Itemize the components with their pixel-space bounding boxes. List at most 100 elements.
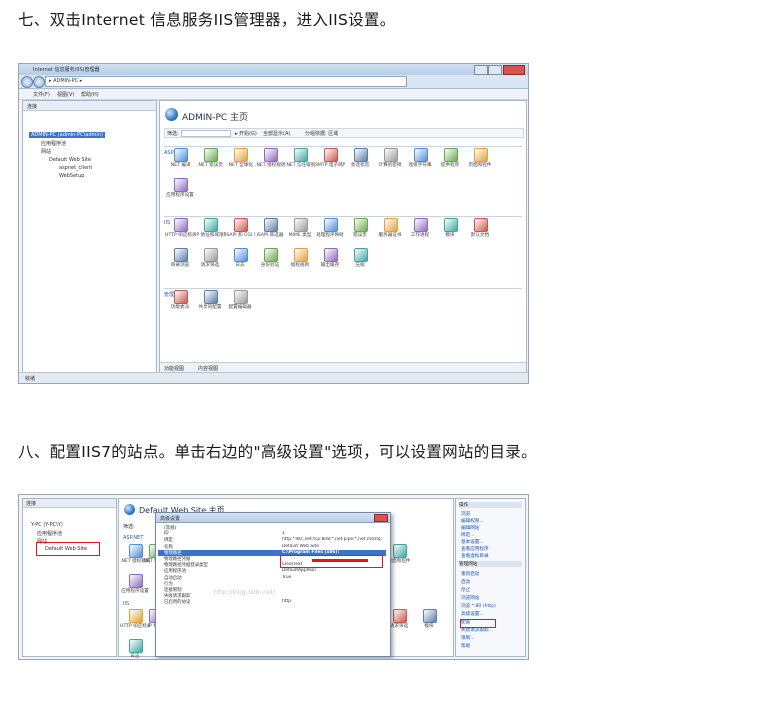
feature-iis-icon[interactable] [174, 218, 188, 232]
feature-manage-label: 共享的配置 [198, 305, 222, 310]
go-button[interactable]: ▸ 开始(G) [235, 130, 257, 137]
tree-item-app-pools-2[interactable]: 应用程序池 [37, 530, 62, 537]
site-feature-iis-icon[interactable] [129, 639, 143, 653]
server-icon [165, 108, 178, 121]
tree-item-app-pools[interactable]: 应用程序池 [41, 130, 66, 147]
action-link[interactable]: 绑定... [461, 532, 475, 538]
feature-aspnet-icon[interactable] [234, 148, 248, 162]
feature-aspnet-icon[interactable] [174, 148, 188, 162]
property-row[interactable]: ID 1 [158, 531, 386, 537]
feature-aspnet-icon[interactable] [264, 148, 278, 162]
action-link[interactable]: 浏览 [461, 511, 470, 517]
manage-action-link[interactable]: 帮助 [461, 643, 470, 649]
site-feature-icon[interactable] [393, 544, 407, 558]
feature-iis-icon[interactable] [474, 218, 488, 232]
tree-item-websetup[interactable]: WebSetup [59, 162, 84, 179]
feature-iis-icon[interactable] [444, 218, 458, 232]
feature-iis-icon[interactable] [294, 248, 308, 262]
menu-view[interactable]: 视图(V) [57, 91, 74, 98]
feature-aspnet-icon[interactable] [294, 148, 308, 162]
feature-aspnet-icon[interactable] [354, 148, 368, 162]
tree-item-server[interactable]: ADMIN-PC (admin-PC\admin) [29, 121, 105, 138]
property-row[interactable]: 应用程序池 DefaultAppPool [158, 568, 386, 574]
site-feature-icon[interactable] [129, 574, 143, 588]
property-row[interactable]: 已启用的协议 http [158, 599, 386, 605]
feature-aspnet-icon[interactable] [174, 178, 188, 192]
menu-file[interactable]: 文件(F) [33, 91, 50, 98]
feature-iis-icon[interactable] [204, 218, 218, 232]
property-row[interactable]: (常规) [158, 525, 386, 531]
action-link[interactable]: 基本设置... [461, 539, 484, 545]
feature-iis-icon[interactable] [324, 218, 338, 232]
site-feature-iis-icon[interactable] [393, 609, 407, 623]
feature-aspnet-icon[interactable] [324, 148, 338, 162]
manage-action-link[interactable]: 浏览 *:80 (http) [461, 603, 496, 609]
tree-item-default-site[interactable]: Default Web Site [49, 146, 91, 163]
manage-action-link[interactable]: 浏览网站 [461, 595, 479, 601]
tab-content-view[interactable]: 内容视图 [198, 365, 218, 372]
feature-iis-icon[interactable] [414, 218, 428, 232]
tree-item-server-2[interactable]: Y-PC (Y-PC\Y) [31, 522, 63, 528]
maximize-icon[interactable] [488, 65, 502, 75]
feature-iis-icon[interactable] [264, 248, 278, 262]
feature-manage-icon[interactable] [234, 290, 248, 304]
manage-action-link[interactable]: 重新启动 [461, 571, 479, 577]
tree-item-sites[interactable]: 网站 [41, 138, 51, 155]
feature-iis-icon[interactable] [234, 248, 248, 262]
feature-aspnet-icon[interactable] [204, 148, 218, 162]
connections-header-2: 连接 [23, 499, 116, 508]
action-link[interactable]: 编辑网站 [461, 525, 479, 531]
feature-aspnet-icon[interactable] [414, 148, 428, 162]
site-feature-iis-icon[interactable] [129, 609, 143, 623]
feature-iis-icon[interactable] [234, 218, 248, 232]
filter-input[interactable] [181, 130, 231, 137]
minimize-icon[interactable] [474, 65, 488, 75]
feature-iis-icon[interactable] [384, 218, 398, 232]
property-row[interactable]: 自动启动 True [158, 575, 386, 581]
action-link[interactable]: 编辑权限... [461, 518, 484, 524]
feature-aspnet-icon[interactable] [384, 148, 398, 162]
feature-iis-icon[interactable] [264, 218, 278, 232]
manage-action-link[interactable]: 限制... [461, 635, 475, 641]
feature-iis-icon[interactable] [354, 248, 368, 262]
action-link[interactable]: 查看虚拟目录 [461, 553, 489, 559]
feature-aspnet-icon[interactable] [474, 148, 488, 162]
action-link[interactable]: 查看应用程序 [461, 546, 489, 552]
property-value: http:*:80:,net.tcp:808:*,net.pipe:*,net.… [282, 537, 382, 543]
show-all-button[interactable]: 全部显示(A) [263, 130, 290, 137]
group-by-select[interactable]: 分组依据: 区域 [305, 130, 338, 137]
feature-aspnet-label: .NET 编译 [169, 163, 191, 168]
feature-iis-icon[interactable] [204, 248, 218, 262]
feature-iis-icon[interactable] [354, 218, 368, 232]
address-field[interactable]: ▸ ADMIN-PC ▸ [45, 76, 407, 87]
highlight-advanced-settings [460, 619, 496, 628]
menu-help[interactable]: 帮助(H) [81, 91, 99, 98]
feature-aspnet-icon[interactable] [444, 148, 458, 162]
feature-iis-icon[interactable] [174, 248, 188, 262]
manage-action-link[interactable]: 启动 [461, 579, 470, 585]
feature-iis-icon[interactable] [324, 248, 338, 262]
feature-iis-label: 工作进程 [410, 233, 430, 238]
connections-pane: 连接 ADMIN-PC (admin-PC\admin) 应用程序池 网站 De… [22, 100, 157, 374]
dialog-close-icon[interactable] [374, 514, 388, 522]
property-row[interactable]: 名称 Default Web Site [158, 544, 386, 550]
forward-icon[interactable] [33, 76, 45, 88]
manage-site-header: 管理网站 [459, 561, 522, 567]
feature-manage-icon[interactable] [174, 290, 188, 304]
window-title: Internet 信息服务(IIS)管理器 [33, 67, 100, 73]
close-icon[interactable] [503, 65, 525, 75]
site-feature-iis-icon[interactable] [423, 609, 437, 623]
feature-iis-icon[interactable] [294, 218, 308, 232]
property-row[interactable]: 绑定 http:*:80:,net.tcp:808:*,net.pipe:*,ne… [158, 537, 386, 543]
site-feature-icon[interactable] [129, 544, 143, 558]
manage-action-link[interactable]: 停止 [461, 587, 470, 593]
tab-features-view[interactable]: 功能视图 [164, 365, 184, 372]
tree-item-aspnet-client[interactable]: aspnet_client [59, 154, 92, 171]
advanced-settings-link[interactable]: 高级设置... [461, 611, 484, 617]
feature-aspnet-label: .NET 错误页 [197, 163, 223, 168]
back-icon[interactable] [21, 76, 33, 88]
property-name: 自动启动 [164, 575, 182, 581]
feature-manage-icon[interactable] [204, 290, 218, 304]
status-text: 就绪 [25, 376, 36, 382]
property-row[interactable]: 行为 [158, 581, 386, 587]
